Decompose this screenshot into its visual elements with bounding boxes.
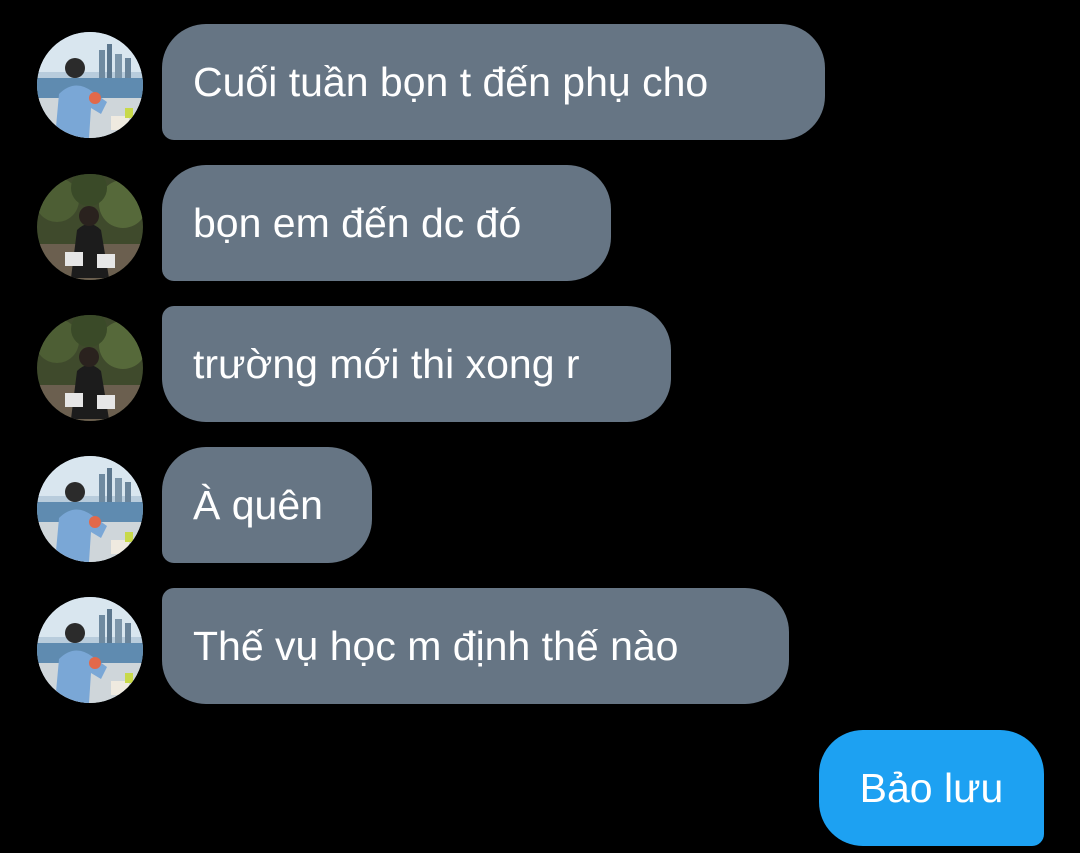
avatar-contact-b[interactable] (37, 174, 143, 280)
garden-photo-icon (37, 315, 143, 421)
avatar-contact-a[interactable] (37, 32, 143, 138)
received-message-bubble[interactable]: À quên (162, 447, 372, 563)
sent-message-bubble[interactable]: Bảo lưu (819, 730, 1044, 846)
harbor-photo-icon (37, 597, 143, 703)
message-text: À quên (193, 482, 323, 528)
message-text: Cuối tuần bọn t đến phụ cho (193, 59, 709, 105)
message-text: Thế vụ học m định thế nào (193, 623, 679, 669)
received-message-bubble[interactable]: trường mới thi xong r (162, 306, 671, 422)
message-text: Bảo lưu (859, 765, 1004, 811)
avatar-contact-a[interactable] (37, 597, 143, 703)
harbor-photo-icon (37, 32, 143, 138)
received-message-bubble[interactable]: Thế vụ học m định thế nào (162, 588, 789, 704)
avatar-contact-a[interactable] (37, 456, 143, 562)
message-text: bọn em đến dc đó (193, 200, 522, 246)
message-text: trường mới thi xong r (193, 341, 580, 387)
received-message-bubble[interactable]: bọn em đến dc đó (162, 165, 611, 281)
garden-photo-icon (37, 174, 143, 280)
avatar-contact-b[interactable] (37, 315, 143, 421)
harbor-photo-icon (37, 456, 143, 562)
received-message-bubble[interactable]: Cuối tuần bọn t đến phụ cho (162, 24, 825, 140)
